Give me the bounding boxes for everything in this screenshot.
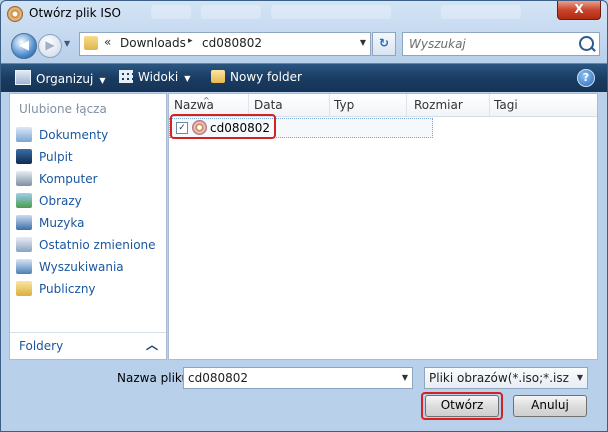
sidebar-item-pictures[interactable]: Obrazy: [14, 191, 162, 211]
music-icon: [16, 215, 32, 230]
breadcrumb-separator[interactable]: ▸: [188, 36, 193, 46]
highlight-annotation: [170, 114, 276, 139]
views-button[interactable]: Widoki ▼: [119, 70, 190, 84]
background-blur: [271, 5, 391, 19]
disc-image-icon: [7, 6, 23, 22]
file-type-value: Pliki obrazów(*.iso;*.isz;*.mds;: [429, 371, 569, 385]
filename-input[interactable]: cd080802 ▼: [183, 367, 413, 389]
chevron-up-icon[interactable]: ︿: [146, 336, 158, 353]
chevron-down-icon[interactable]: ▼: [577, 373, 583, 382]
title-bar: Otwórz plik ISO X: [1, 1, 607, 27]
help-button[interactable]: ?: [577, 69, 595, 87]
folders-toggle[interactable]: Foldery ︿: [10, 332, 166, 359]
sort-ascending-icon: ^: [203, 96, 210, 105]
sidebar-item-label: Komputer: [39, 172, 98, 186]
column-header-size[interactable]: Rozmiar: [409, 94, 490, 116]
public-folder-icon: [16, 281, 32, 296]
background-blur: [151, 5, 191, 19]
desktop-icon: [16, 149, 32, 164]
search-input[interactable]: Wyszukaj: [402, 32, 600, 56]
file-type-select[interactable]: Pliki obrazów(*.iso;*.isz;*.mds; ▼: [424, 367, 588, 389]
filename-label-text: Nazwa pliku:: [117, 371, 194, 385]
highlight-annotation: [421, 392, 503, 420]
sidebar-item-label: Muzyka: [39, 216, 85, 230]
background-blur: [441, 5, 521, 19]
sidebar-item-public[interactable]: Publiczny: [14, 279, 162, 299]
filename-value: cd080802: [188, 371, 249, 385]
new-folder-icon: [211, 70, 225, 83]
folder-icon: [84, 36, 98, 50]
refresh-button[interactable]: ↻: [372, 32, 396, 56]
column-header-date-modified[interactable]: Data mody...: [249, 94, 330, 134]
views-label: Widoki: [138, 70, 179, 84]
sidebar-item-label: Dokumenty: [39, 128, 109, 142]
chevron-down-icon: ▼: [184, 74, 191, 83]
sidebar-item-label: Publiczny: [39, 282, 96, 296]
history-dropdown-icon[interactable]: ▼: [64, 39, 70, 48]
breadcrumb-downloads[interactable]: Downloads: [120, 36, 186, 50]
folders-label: Foldery: [19, 339, 64, 353]
sidebar-item-music[interactable]: Muzyka: [14, 213, 162, 233]
new-folder-button[interactable]: Nowy folder: [211, 70, 302, 84]
sidebar-item-label: Pulpit: [39, 150, 73, 164]
breadcrumb-cd080802[interactable]: cd080802: [202, 36, 262, 50]
organize-button[interactable]: Organizuj ▼: [15, 70, 105, 86]
column-header-type[interactable]: Typ: [329, 94, 407, 116]
address-bar[interactable]: « Downloads ▸ cd080802 ▼: [79, 32, 371, 56]
favorite-links-heading: Ulubione łącza: [19, 102, 107, 116]
background-blur: [201, 5, 261, 19]
computer-icon: [16, 171, 32, 186]
chevron-down-icon: ▼: [99, 76, 106, 85]
window-title: Otwórz plik ISO: [29, 6, 122, 20]
sidebar-item-desktop[interactable]: Pulpit: [14, 147, 162, 167]
filename-label: Nazwa pliku:: [117, 371, 193, 385]
address-overflow[interactable]: «: [104, 35, 111, 49]
search-icon[interactable]: [579, 36, 594, 51]
cancel-button[interactable]: Anuluj: [513, 395, 587, 417]
sidebar-item-label: Ostatnio zmienione: [39, 238, 156, 252]
close-button[interactable]: X: [557, 1, 601, 20]
organize-icon: [15, 70, 31, 85]
column-header-tags[interactable]: Tagi: [489, 94, 569, 116]
sidebar-item-computer[interactable]: Komputer: [14, 169, 162, 189]
documents-icon: [16, 127, 32, 142]
new-folder-label: Nowy folder: [230, 70, 302, 84]
column-header-name[interactable]: ^ Nazwa: [169, 94, 249, 116]
sidebar-item-searches[interactable]: Wyszukiwania: [14, 257, 162, 277]
sidebar-item-recent[interactable]: Ostatnio zmienione: [14, 235, 162, 255]
organize-label: Organizuj: [36, 72, 94, 86]
sidebar-item-label: Wyszukiwania: [39, 260, 124, 274]
address-dropdown-icon[interactable]: ▼: [360, 38, 366, 47]
pictures-icon: [16, 193, 32, 208]
search-placeholder: Wyszukaj: [409, 37, 466, 51]
chevron-down-icon[interactable]: ▼: [402, 373, 408, 382]
sidebar-item-documents[interactable]: Dokumenty: [14, 125, 162, 145]
command-toolbar: Organizuj ▼ Widoki ▼ Nowy folder ?: [1, 63, 607, 92]
navigation-pane: Ulubione łącza Dokumenty Pulpit Komputer…: [9, 93, 167, 360]
searches-icon: [16, 259, 32, 274]
open-file-dialog: Otwórz plik ISO X ◀ ▶ ▼ « Downloads ▸ cd…: [0, 0, 608, 432]
back-button[interactable]: ◀: [11, 33, 37, 59]
views-icon: [119, 70, 133, 83]
sidebar-item-label: Obrazy: [39, 194, 82, 208]
forward-button[interactable]: ▶: [38, 34, 62, 58]
recent-icon: [16, 237, 32, 252]
